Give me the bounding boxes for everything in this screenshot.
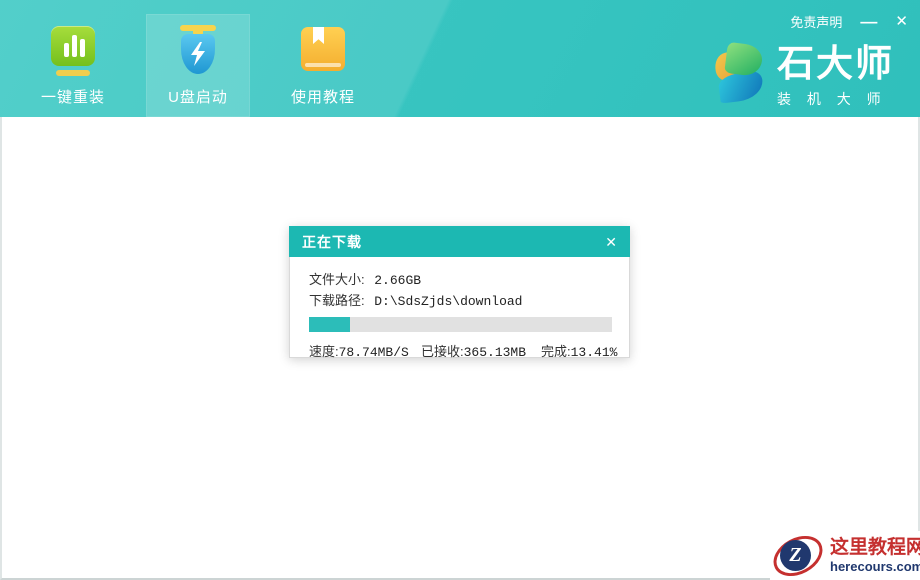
lightning-bolt-icon bbox=[189, 42, 207, 66]
usb-shield-icon bbox=[175, 25, 221, 77]
site-watermark: Z 这里教程网 herecours.com bbox=[770, 531, 920, 580]
download-path-value: D:\SdsZjds\download bbox=[374, 294, 522, 309]
book-icon bbox=[300, 25, 346, 77]
brand-logo: 石大师 装 机 大 师 bbox=[715, 44, 894, 109]
watermark-site-name: 这里教程网 bbox=[830, 537, 920, 559]
completed-stat: 完成:13.41% bbox=[541, 341, 617, 360]
chart-bars-icon bbox=[50, 25, 96, 77]
tab-usb-boot[interactable]: U盘启动 bbox=[146, 14, 250, 117]
window-controls: 免责声明 — ✕ bbox=[790, 12, 908, 31]
download-stats-row: 速度:78.74MB/S 已接收:365.13MB 完成:13.41% bbox=[309, 341, 611, 359]
disclaimer-link[interactable]: 免责声明 bbox=[790, 12, 842, 31]
app-window: 一键重装 U盘启动 使用教程 bbox=[0, 0, 920, 580]
dialog-title: 正在下载 bbox=[302, 232, 362, 252]
close-icon[interactable]: ✕ bbox=[895, 13, 908, 31]
download-dialog: 正在下载 ✕ 文件大小: 2.66GB 下载路径: D:\SdsZjds\dow… bbox=[289, 226, 630, 358]
watermark-logo-icon: Z bbox=[780, 540, 811, 571]
download-path-label: 下载路径: bbox=[309, 293, 365, 308]
received-stat: 已接收:365.13MB bbox=[421, 341, 526, 360]
brand-subtitle: 装 机 大 师 bbox=[777, 89, 894, 109]
watermark-site-domain: herecours.com bbox=[830, 559, 920, 575]
tab-one-key-reinstall[interactable]: 一键重装 bbox=[21, 14, 125, 117]
dialog-titlebar: 正在下载 ✕ bbox=[289, 226, 630, 257]
download-path-row: 下载路径: D:\SdsZjds\download bbox=[309, 290, 611, 311]
tab-label: U盘启动 bbox=[168, 86, 228, 107]
dialog-close-icon[interactable]: ✕ bbox=[605, 235, 617, 249]
minimize-icon[interactable]: — bbox=[860, 13, 877, 31]
tab-label: 一键重装 bbox=[41, 86, 105, 107]
brand-mark-icon bbox=[715, 44, 769, 104]
file-size-label: 文件大小: bbox=[309, 272, 365, 287]
brand-title: 石大师 bbox=[777, 44, 894, 84]
dialog-body: 文件大小: 2.66GB 下载路径: D:\SdsZjds\download 速… bbox=[289, 257, 630, 358]
progress-bar bbox=[309, 317, 612, 332]
file-size-row: 文件大小: 2.66GB bbox=[309, 269, 611, 290]
tab-tutorial[interactable]: 使用教程 bbox=[271, 14, 375, 117]
tab-label: 使用教程 bbox=[291, 86, 355, 107]
header-bar: 一键重装 U盘启动 使用教程 bbox=[0, 0, 920, 117]
progress-fill bbox=[309, 317, 350, 332]
tab-bar: 一键重装 U盘启动 使用教程 bbox=[21, 0, 375, 117]
file-size-value: 2.66GB bbox=[374, 273, 421, 288]
speed-stat: 速度:78.74MB/S bbox=[309, 341, 409, 360]
